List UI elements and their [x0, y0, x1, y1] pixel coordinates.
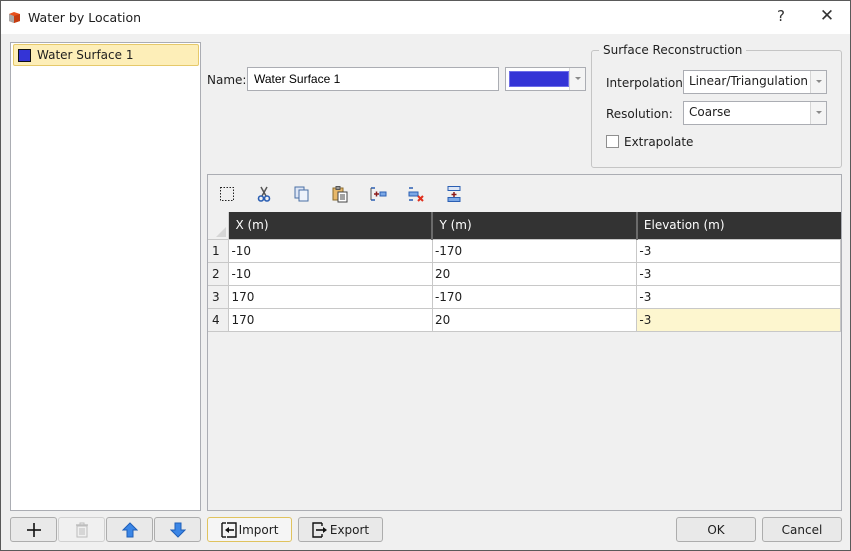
resolution-select[interactable]: Coarse	[683, 101, 827, 125]
surface-list-item-label: Water Surface 1	[37, 48, 134, 62]
surface-reconstruction-title: Surface Reconstruction	[599, 43, 747, 57]
table-row: 4 170 20 -3	[208, 307, 841, 332]
insert-row-icon	[370, 187, 387, 201]
chevron-down-icon	[816, 80, 822, 83]
cell-elevation-selected[interactable]: -3	[636, 307, 841, 332]
append-row-button[interactable]	[443, 183, 465, 205]
interpolation-value: Linear/Triangulation	[689, 74, 809, 88]
insert-row-button[interactable]	[367, 183, 389, 205]
cut-icon	[257, 186, 271, 202]
add-surface-button[interactable]	[10, 517, 57, 542]
cell-y[interactable]: 20	[431, 307, 638, 332]
close-button[interactable]: ✕	[817, 6, 837, 28]
row-number[interactable]: 2	[208, 261, 230, 286]
chevron-down-icon	[816, 111, 822, 114]
name-label: Name:	[207, 73, 247, 87]
export-button[interactable]: Export	[298, 517, 383, 542]
interpolation-dropdown-button[interactable]	[810, 71, 826, 93]
cell-y[interactable]: -170	[431, 284, 638, 309]
import-label: Import	[238, 522, 279, 537]
cell-elevation[interactable]: -3	[636, 238, 841, 263]
cut-button[interactable]	[253, 183, 275, 205]
interpolation-label: Interpolation:	[606, 76, 687, 90]
chevron-down-icon	[575, 77, 581, 80]
arrow-up-icon	[121, 521, 138, 537]
color-preview	[509, 71, 569, 87]
table-row: 2 -10 20 -3	[208, 261, 841, 286]
cell-y[interactable]: -170	[431, 238, 638, 263]
name-input[interactable]	[247, 67, 499, 91]
cell-elevation[interactable]: -3	[636, 261, 841, 286]
interpolation-select[interactable]: Linear/Triangulation	[683, 70, 827, 94]
column-header-elevation[interactable]: Elevation (m)	[636, 212, 841, 239]
delete-row-button[interactable]	[405, 183, 427, 205]
paste-icon	[332, 186, 348, 203]
arrow-down-icon	[169, 522, 186, 538]
cancel-button[interactable]: Cancel	[762, 517, 842, 542]
app-icon	[8, 11, 21, 24]
surface-list[interactable]: Water Surface 1	[10, 42, 201, 511]
window-title: Water by Location	[28, 10, 142, 25]
move-down-button[interactable]	[154, 517, 201, 542]
cell-x[interactable]: -10	[228, 238, 433, 263]
surface-color-swatch	[18, 48, 31, 62]
copy-icon	[294, 186, 309, 202]
cell-elevation[interactable]: -3	[636, 284, 841, 309]
paste-button[interactable]	[329, 183, 351, 205]
table-row: 1 -10 -170 -3	[208, 238, 841, 263]
extrapolate-checkbox[interactable]	[606, 135, 619, 148]
corner-triangle-icon	[216, 226, 227, 237]
coordinates-table: X (m) Y (m) Elevation (m) 1 -10 -170 -3 …	[208, 212, 841, 332]
delete-surface-button[interactable]	[58, 517, 105, 542]
select-all-button[interactable]	[216, 183, 238, 205]
import-button[interactable]: Import	[207, 517, 292, 542]
color-dropdown-button[interactable]	[569, 68, 585, 90]
surface-list-item[interactable]: Water Surface 1	[13, 44, 199, 66]
table-row: 3 170 -170 -3	[208, 284, 841, 309]
cell-x[interactable]: 170	[228, 307, 433, 332]
water-by-location-dialog: Water by Location ? ✕ Water Surface 1 Na…	[0, 0, 851, 551]
append-row-icon	[447, 186, 461, 202]
plus-icon	[26, 522, 41, 537]
resolution-value: Coarse	[689, 105, 731, 119]
column-header-x[interactable]: X (m)	[228, 212, 434, 239]
select-all-icon	[220, 187, 234, 201]
column-header-y[interactable]: Y (m)	[432, 212, 638, 239]
trash-icon	[75, 522, 88, 537]
help-button[interactable]: ?	[771, 7, 791, 27]
copy-button[interactable]	[291, 183, 313, 205]
table-header-row: X (m) Y (m) Elevation (m)	[208, 212, 841, 239]
table-corner[interactable]	[208, 212, 230, 239]
resolution-label: Resolution:	[606, 107, 673, 121]
delete-row-icon	[408, 187, 424, 202]
title-bar: Water by Location ? ✕	[1, 1, 850, 34]
cell-y[interactable]: 20	[431, 261, 638, 286]
row-number[interactable]: 4	[208, 307, 230, 332]
row-number[interactable]: 3	[208, 284, 230, 309]
move-up-button[interactable]	[106, 517, 153, 542]
ok-button[interactable]: OK	[676, 517, 756, 542]
cell-x[interactable]: -10	[228, 261, 433, 286]
import-icon	[220, 521, 237, 538]
export-icon	[312, 521, 327, 538]
extrapolate-label: Extrapolate	[624, 135, 694, 149]
resolution-dropdown-button[interactable]	[810, 102, 826, 124]
color-picker[interactable]	[505, 67, 586, 91]
row-number[interactable]: 1	[208, 238, 230, 263]
cell-x[interactable]: 170	[228, 284, 433, 309]
coordinates-panel: X (m) Y (m) Elevation (m) 1 -10 -170 -3 …	[207, 174, 842, 511]
export-label: Export	[329, 522, 370, 537]
